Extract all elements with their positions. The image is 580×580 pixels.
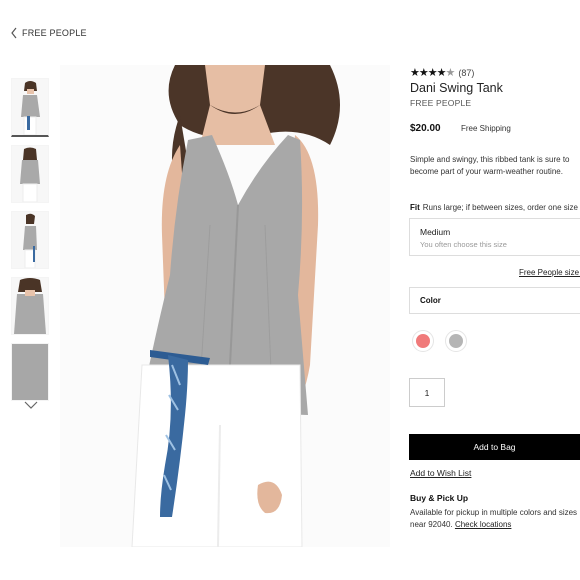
quantity-selector[interactable]: 1 bbox=[409, 378, 445, 407]
thumbnail-fabric-swatch[interactable] bbox=[11, 343, 49, 401]
size-value: Medium bbox=[420, 227, 451, 237]
star-half-icon: ★ bbox=[445, 67, 455, 79]
fit-label: Fit bbox=[410, 203, 420, 212]
rating-row[interactable]: ★★★★★ (87) bbox=[410, 66, 474, 79]
star-full-icons: ★★★★ bbox=[410, 67, 446, 79]
breadcrumb-label: FREE PEOPLE bbox=[22, 28, 87, 38]
color-swatch-coral[interactable] bbox=[412, 330, 434, 352]
product-main-image[interactable] bbox=[60, 65, 390, 547]
shipping-info: Free Shipping bbox=[461, 124, 511, 133]
product-brand[interactable]: FREE PEOPLE bbox=[410, 98, 471, 108]
add-to-wish-list-link[interactable]: Add to Wish List bbox=[410, 468, 471, 478]
rating-count: (87) bbox=[458, 67, 475, 78]
product-price: $20.00 bbox=[410, 123, 441, 134]
model-wearing-tank-illustration bbox=[60, 65, 390, 547]
rating-stars: ★★★★★ bbox=[410, 66, 455, 79]
fit-text: Runs large; if between sizes, order one … bbox=[422, 203, 580, 212]
product-title: Dani Swing Tank bbox=[410, 81, 503, 95]
color-label: Color bbox=[420, 296, 441, 305]
product-description: Simple and swingy, this ribbed tank is s… bbox=[410, 155, 570, 176]
color-swatch-heather-grey[interactable] bbox=[445, 330, 467, 352]
chevron-left-icon bbox=[11, 27, 17, 39]
check-locations-link[interactable]: Check locations bbox=[455, 520, 511, 529]
thumbnail-front-view[interactable] bbox=[11, 78, 49, 137]
color-selector[interactable]: Color bbox=[409, 287, 580, 314]
add-to-bag-button[interactable]: Add to Bag bbox=[409, 434, 580, 460]
thumbnail-side-view[interactable] bbox=[11, 211, 49, 269]
thumbnail-back-view[interactable] bbox=[11, 145, 49, 203]
size-hint: You often choose this size bbox=[420, 240, 507, 249]
thumbnail-detail-view[interactable] bbox=[11, 277, 49, 335]
breadcrumb-back[interactable]: FREE PEOPLE bbox=[10, 27, 87, 39]
thumbnail-strip bbox=[11, 78, 51, 409]
pickup-heading: Buy & Pick Up bbox=[410, 493, 469, 503]
size-selector[interactable]: Medium You often choose this size bbox=[409, 218, 580, 256]
pickup-text-block: Available for pickup in multiple colors … bbox=[410, 507, 580, 531]
chevron-down-icon[interactable] bbox=[24, 401, 38, 410]
fit-note: Fit Runs large; if between sizes, order o… bbox=[410, 203, 580, 212]
size-guide-link[interactable]: Free People size guide bbox=[519, 268, 580, 277]
